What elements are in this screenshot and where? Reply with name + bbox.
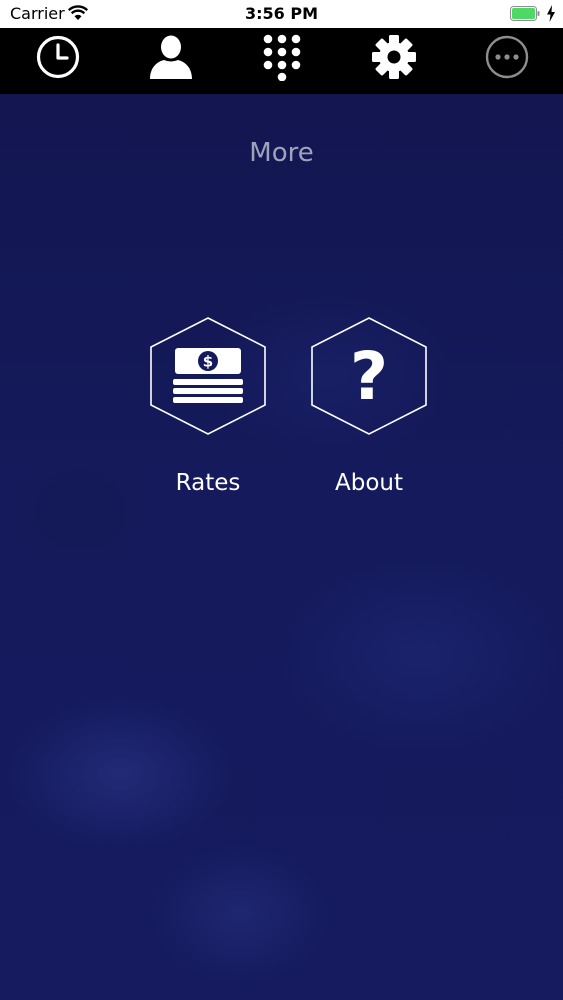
svg-text:?: ? bbox=[350, 338, 388, 415]
rates-hexagon: $ bbox=[150, 317, 266, 435]
money-icon: $ bbox=[173, 348, 243, 403]
status-bar: Carrier 3:56 PM bbox=[0, 0, 563, 28]
clock-icon bbox=[36, 35, 80, 79]
about-label: About bbox=[334, 470, 403, 496]
nav-history-button[interactable] bbox=[28, 31, 88, 83]
more-icon bbox=[485, 35, 529, 79]
rates-tile[interactable]: $ Rates bbox=[138, 316, 278, 496]
keypad-icon bbox=[263, 34, 301, 81]
svg-text:$: $ bbox=[203, 353, 213, 371]
nav-bar bbox=[0, 28, 563, 94]
rates-label: Rates bbox=[175, 470, 241, 496]
charging-icon bbox=[547, 5, 555, 22]
question-icon: ? bbox=[350, 338, 388, 415]
status-time: 3:56 PM bbox=[244, 4, 318, 23]
about-tile[interactable]: ? About bbox=[299, 316, 439, 496]
user-icon bbox=[150, 35, 192, 79]
page-title: More bbox=[249, 138, 314, 168]
gear-icon bbox=[372, 35, 416, 79]
content-area: More $ Rates ? About bbox=[0, 94, 563, 1000]
battery-icon bbox=[510, 6, 540, 21]
app-screen: Carrier 3:56 PM More $ Rates ? About bbox=[0, 0, 563, 1000]
nav-settings-button[interactable] bbox=[364, 31, 424, 83]
nav-keypad-button[interactable] bbox=[252, 31, 312, 83]
about-hexagon: ? bbox=[311, 317, 427, 435]
nav-contacts-button[interactable] bbox=[141, 31, 201, 83]
nav-more-button[interactable] bbox=[477, 31, 537, 83]
